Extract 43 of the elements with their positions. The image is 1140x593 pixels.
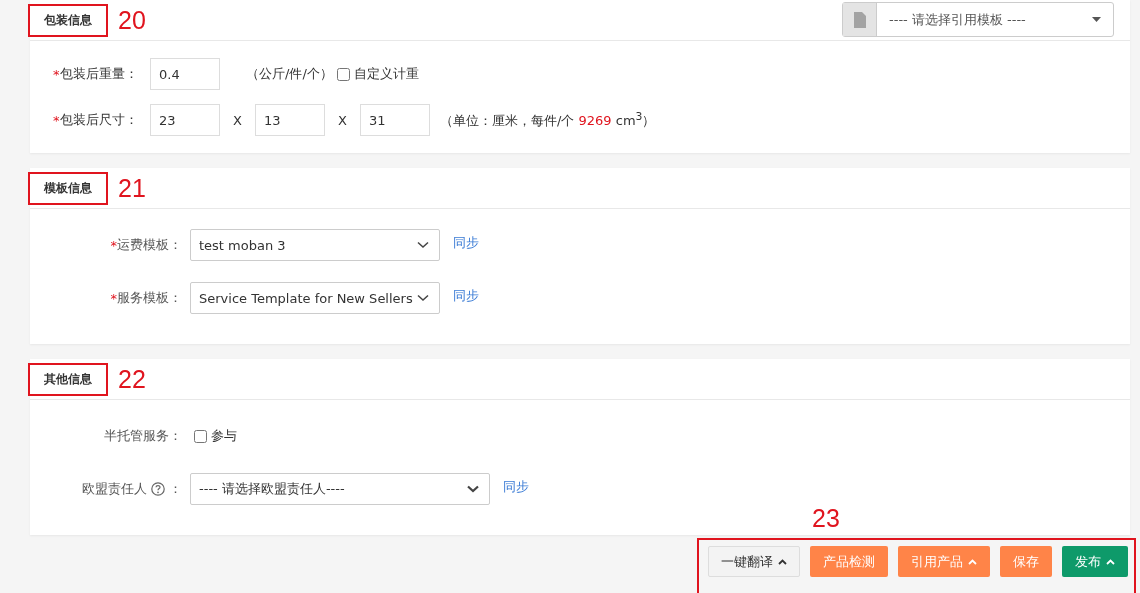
checkbox-label: 自定义计重: [353, 65, 419, 83]
times-sign: X: [232, 112, 243, 128]
document-icon: [853, 11, 866, 28]
select-field[interactable]: ---- 请选择欧盟责任人----: [190, 473, 490, 505]
caret-icon: [1106, 558, 1115, 565]
sync-link[interactable]: 同步: [453, 287, 479, 305]
field-label: 欧盟责任人 ：: [81, 480, 182, 498]
section-title: 其他信息: [44, 370, 92, 388]
select-field[interactable]: Service Template for New Sellers: [190, 282, 440, 314]
annotation-number: 21: [118, 173, 146, 203]
times-sign: X: [337, 112, 348, 128]
annotation-number: 23: [812, 504, 840, 533]
action-button[interactable]: 发布: [1062, 546, 1128, 577]
checkbox[interactable]: [194, 429, 207, 443]
checkbox-label: 参与: [211, 427, 237, 445]
dropdown-icon: [1092, 17, 1101, 22]
field-label: *运费模板：: [109, 236, 182, 254]
field-label: *服务模板：: [109, 289, 182, 307]
field-label: 半托管服务：: [103, 427, 182, 445]
dimension-input[interactable]: 23: [150, 104, 220, 136]
field-label: *包装后重量：: [53, 65, 139, 83]
section-title: 模板信息: [44, 179, 92, 197]
caret-icon: [968, 558, 977, 565]
chevron-down-icon: [417, 294, 429, 302]
checkbox[interactable]: [336, 67, 350, 81]
template-select[interactable]: ---- 请选择引用模板 ----: [842, 2, 1114, 37]
sync-link[interactable]: 同步: [503, 478, 529, 496]
chevron-down-icon: [467, 485, 479, 493]
action-button[interactable]: 一键翻译: [708, 546, 800, 577]
help-icon: [151, 482, 165, 496]
dimension-input[interactable]: 31: [360, 104, 430, 136]
unit-text: （公斤/件/个）: [246, 65, 333, 83]
section-title: 包装信息: [44, 11, 92, 29]
field-label: *包装后尺寸：: [53, 111, 139, 129]
annotation-number: 22: [118, 364, 146, 394]
select-field[interactable]: test moban 3: [190, 229, 440, 261]
weight-input[interactable]: 0.4: [150, 58, 220, 90]
annotation-number: 20: [118, 5, 146, 35]
chevron-down-icon: [417, 241, 429, 249]
caret-icon: [778, 558, 787, 565]
sync-link[interactable]: 同步: [453, 234, 479, 252]
volume-note: （单位：厘米，每件/个 9269 cm$^{3}$）: [440, 109, 656, 131]
dimension-input[interactable]: 13: [255, 104, 325, 136]
